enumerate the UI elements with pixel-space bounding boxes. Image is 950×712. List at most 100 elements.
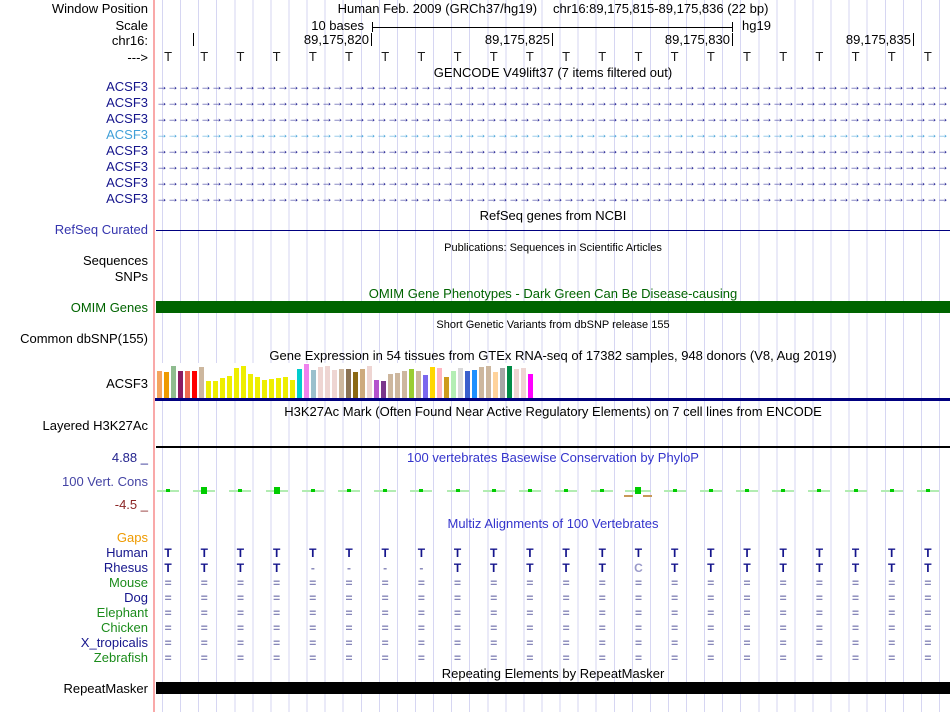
base-aligned: = xyxy=(707,606,715,620)
gene-label[interactable]: ACSF3 xyxy=(0,176,148,190)
coordinate-label[interactable]: 89,175,820 xyxy=(249,33,369,47)
gtex-tissue-bar xyxy=(416,371,421,399)
assembly-name: Human Feb. 2009 (GRCh37/hg19) xyxy=(337,1,538,16)
alignment-row-dog[interactable]: = = = = = = = = = = = = = = = = = = = = = = xyxy=(150,591,946,605)
transcript-arrow-line[interactable]: →→→→→→→→→→→→→→→→→→→→→→→→→→→→→→→→→→→→→→→→… xyxy=(156,144,950,158)
gene-label[interactable]: ACSF3 xyxy=(0,112,148,126)
alignment-row-gaps[interactable] xyxy=(150,531,946,545)
base-aligned: = xyxy=(598,606,606,620)
base-gap: - xyxy=(346,561,351,575)
species-label-x_tropicalis[interactable]: X_tropicalis xyxy=(0,636,148,650)
gencode-transcript-row[interactable]: ACSF3 →→→→→→→→→→→→→→→→→→→→→→→→→→→→→→→→→→→… xyxy=(0,80,950,94)
species-label-zebrafish[interactable]: Zebrafish xyxy=(0,651,148,665)
conservation-mark xyxy=(801,484,837,498)
position-range: chr16:89,175,815-89,175,836 (22 bp) xyxy=(553,1,769,16)
gtex-tissue-bar xyxy=(479,367,484,399)
coordinate-label[interactable]: 89,175,835 xyxy=(791,33,911,47)
base-T: T xyxy=(598,546,606,560)
base-aligned: = xyxy=(490,591,498,605)
species-label-chicken[interactable]: Chicken xyxy=(0,621,148,635)
transcript-arrow-line[interactable]: →→→→→→→→→→→→→→→→→→→→→→→→→→→→→→→→→→→→→→→→… xyxy=(156,176,950,190)
gencode-transcript-row[interactable]: ACSF3 →→→→→→→→→→→→→→→→→→→→→→→→→→→→→→→→→→→… xyxy=(0,192,950,206)
base-T: T xyxy=(200,546,208,560)
refseq-gene-line[interactable] xyxy=(156,230,950,231)
conservation-wiggle[interactable] xyxy=(150,484,946,498)
gene-label[interactable]: ACSF3 xyxy=(0,144,148,158)
base-gap: - xyxy=(310,561,315,575)
gene-label[interactable]: ACSF3 xyxy=(0,192,148,206)
base-aligned: = xyxy=(273,591,281,605)
reference-base-row[interactable]: TTTTTTTTTTTTTTTTTTTTTT xyxy=(150,50,946,64)
gencode-transcript-row[interactable]: ACSF3 →→→→→→→→→→→→→→→→→→→→→→→→→→→→→→→→→→→… xyxy=(0,160,950,174)
alignment-row-rhesus[interactable]: TTTT----TTTTTCTTTTTTTT xyxy=(150,561,946,575)
gtex-tissue-bar xyxy=(206,381,211,399)
gtex-tissue-bar xyxy=(507,366,512,399)
snps-label[interactable]: SNPs xyxy=(0,270,148,284)
base-aligned: = xyxy=(852,621,860,635)
gencode-transcript-row[interactable]: ACSF3 →→→→→→→→→→→→→→→→→→→→→→→→→→→→→→→→→→→… xyxy=(0,128,950,142)
gencode-transcript-row[interactable]: ACSF3 →→→→→→→→→→→→→→→→→→→→→→→→→→→→→→→→→→→… xyxy=(0,144,950,158)
base-T: T xyxy=(851,49,860,64)
refseq-curated-label[interactable]: RefSeq Curated xyxy=(0,223,148,237)
species-label-dog[interactable]: Dog xyxy=(0,591,148,605)
base-T: T xyxy=(417,546,426,560)
sequences-label[interactable]: Sequences xyxy=(0,254,148,268)
common-dbsnp-label[interactable]: Common dbSNP(155) xyxy=(0,332,148,346)
gtex-tissue-bar xyxy=(493,372,498,399)
conservation-mark xyxy=(874,484,910,498)
gtex-tissue-bar xyxy=(262,380,267,399)
coordinate-label[interactable]: 89,175,830 xyxy=(610,33,730,47)
gtex-gene-label[interactable]: ACSF3 xyxy=(0,377,148,391)
base-aligned: = xyxy=(634,651,642,665)
base-T: T xyxy=(634,546,643,560)
alignment-row-mouse[interactable]: = = = = = = = = = = = = = = = = = = = = = = xyxy=(150,576,946,590)
gtex-tissue-bar xyxy=(255,377,260,399)
gene-label[interactable]: ACSF3 xyxy=(0,128,148,142)
repeatmasker-label[interactable]: RepeatMasker xyxy=(0,682,148,696)
coordinate-label[interactable]: 89,175,825 xyxy=(430,33,550,47)
alignment-row-chicken[interactable]: = = = = = = = = = = = = = = = = = = = = = = xyxy=(150,621,946,635)
cons-score-tick xyxy=(853,489,858,492)
gtex-expression-chart[interactable] xyxy=(155,363,537,399)
gene-label[interactable]: ACSF3 xyxy=(0,160,148,174)
alignment-row-human[interactable]: TTTTTTTTTTTTTTTTTTTTTT xyxy=(150,546,946,560)
alignment-row-x_tropicalis[interactable]: = = = = = = = = = = = = = = = = = = = = = = xyxy=(150,636,946,650)
alignment-row-zebrafish[interactable]: = = = = = = = = = = = = = = = = = = = = = = xyxy=(150,651,946,665)
gtex-tissue-bar xyxy=(409,369,414,399)
repeatmasker-track-title: Repeating Elements by RepeatMasker xyxy=(441,666,665,681)
base-aligned: = xyxy=(852,576,860,590)
omim-gene-bar[interactable] xyxy=(156,301,950,313)
gtex-tissue-bar xyxy=(486,366,491,399)
species-label-human[interactable]: Human xyxy=(0,546,148,560)
alignment-row-elephant[interactable]: = = = = = = = = = = = = = = = = = = = = = = xyxy=(150,606,946,620)
omim-genes-label[interactable]: OMIM Genes xyxy=(0,301,148,315)
repeatmasker-element-bar[interactable] xyxy=(156,682,950,694)
species-label-gaps[interactable]: Gaps xyxy=(0,531,148,545)
base-aligned: = xyxy=(164,636,172,650)
base-aligned: = xyxy=(671,606,679,620)
species-label-mouse[interactable]: Mouse xyxy=(0,576,148,590)
conservation-track-label[interactable]: 100 Vert. Cons xyxy=(0,475,148,489)
transcript-arrow-line[interactable]: →→→→→→→→→→→→→→→→→→→→→→→→→→→→→→→→→→→→→→→→… xyxy=(156,160,950,174)
layered-h3k27ac-label[interactable]: Layered H3K27Ac xyxy=(0,419,148,433)
gene-label[interactable]: ACSF3 xyxy=(0,80,148,94)
gtex-tissue-bar xyxy=(444,377,449,399)
transcript-arrow-line[interactable]: →→→→→→→→→→→→→→→→→→→→→→→→→→→→→→→→→→→→→→→→… xyxy=(156,192,950,206)
gencode-transcript-row[interactable]: ACSF3 →→→→→→→→→→→→→→→→→→→→→→→→→→→→→→→→→→→… xyxy=(0,112,950,126)
base-aligned: = xyxy=(743,636,751,650)
transcript-arrow-line[interactable]: →→→→→→→→→→→→→→→→→→→→→→→→→→→→→→→→→→→→→→→→… xyxy=(156,80,950,94)
gtex-tissue-bar xyxy=(318,367,323,399)
h3k27ac-baseline[interactable] xyxy=(156,446,950,448)
species-label-elephant[interactable]: Elephant xyxy=(0,606,148,620)
gencode-transcript-row[interactable]: ACSF3 →→→→→→→→→→→→→→→→→→→→→→→→→→→→→→→→→→→… xyxy=(0,176,950,190)
species-label-rhesus[interactable]: Rhesus xyxy=(0,561,148,575)
transcript-arrow-line[interactable]: →→→→→→→→→→→→→→→→→→→→→→→→→→→→→→→→→→→→→→→→… xyxy=(156,96,950,110)
transcript-arrow-line[interactable]: →→→→→→→→→→→→→→→→→→→→→→→→→→→→→→→→→→→→→→→→… xyxy=(156,128,950,142)
gene-label[interactable]: ACSF3 xyxy=(0,96,148,110)
conservation-mark xyxy=(186,484,222,498)
gencode-transcript-row[interactable]: ACSF3 →→→→→→→→→→→→→→→→→→→→→→→→→→→→→→→→→→→… xyxy=(0,96,950,110)
base-aligned: = xyxy=(779,621,787,635)
base-aligned: = xyxy=(309,576,317,590)
base-T: T xyxy=(888,561,896,575)
transcript-arrow-line[interactable]: →→→→→→→→→→→→→→→→→→→→→→→→→→→→→→→→→→→→→→→→… xyxy=(156,112,950,126)
